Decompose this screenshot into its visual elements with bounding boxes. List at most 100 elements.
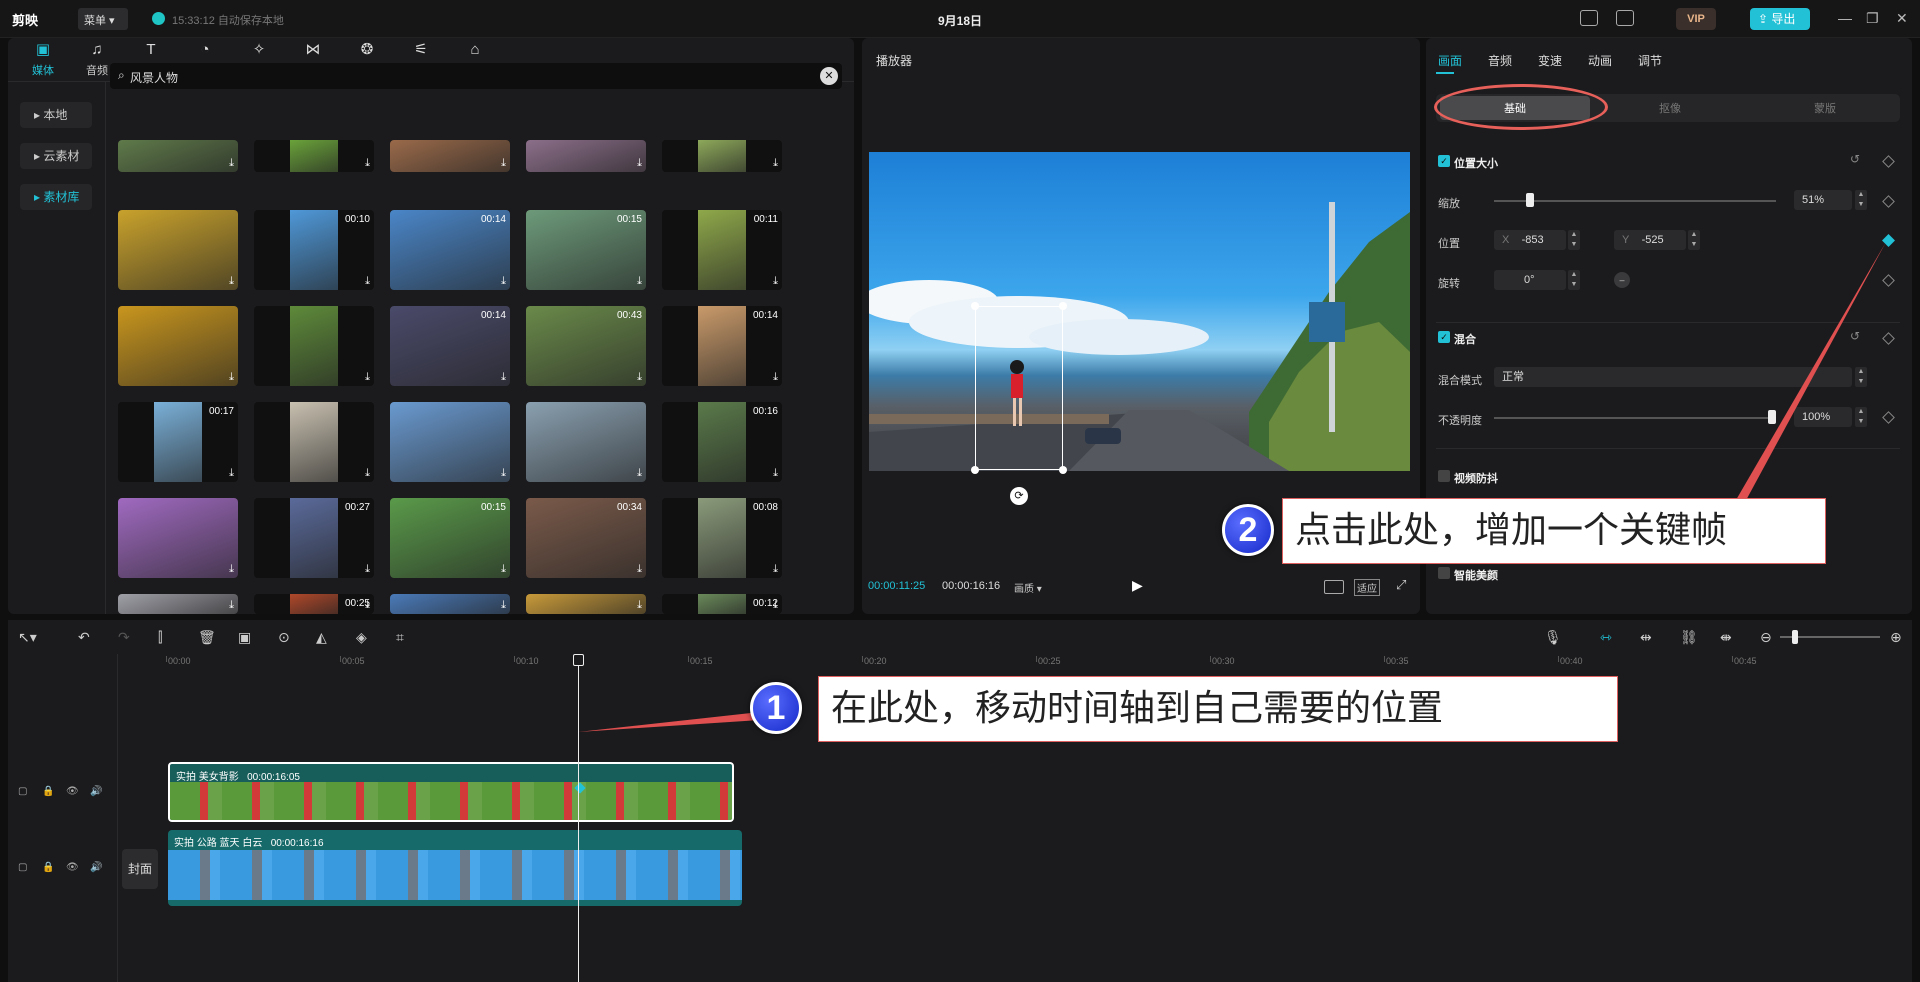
download-icon[interactable]: ⤓ <box>501 157 506 170</box>
media-thumbnail[interactable]: ⤓ <box>526 140 646 172</box>
download-icon[interactable]: ⤓ <box>501 563 506 576</box>
split-icon[interactable]: ⫿ <box>158 629 162 646</box>
link-icon[interactable]: ⛓ <box>1680 629 1698 646</box>
blend-mode-select[interactable]: 正常 <box>1494 367 1852 387</box>
download-icon[interactable]: ⤓ <box>773 599 778 612</box>
volume-icon[interactable]: 🔊 <box>90 786 102 797</box>
tab-audio[interactable]: 音频 <box>1488 52 1512 69</box>
download-icon[interactable]: ⤓ <box>229 599 234 612</box>
fit-button[interactable]: 适应 <box>1354 579 1380 596</box>
media-thumbnail[interactable]: 00:14 ⤓ <box>390 210 510 290</box>
keyboard-icon[interactable] <box>1580 10 1598 26</box>
download-icon[interactable]: ⤓ <box>773 563 778 576</box>
media-thumbnail[interactable]: ⤓ <box>254 402 374 482</box>
fullscreen-icon[interactable]: ⤢ <box>1396 577 1406 593</box>
media-thumbnail[interactable]: 00:10 ⤓ <box>254 210 374 290</box>
mirror-icon[interactable]: ◭ <box>316 629 327 646</box>
blend-checkbox[interactable]: ✓ <box>1438 331 1450 343</box>
download-icon[interactable]: ⤓ <box>365 563 370 576</box>
resize-handle[interactable] <box>971 302 979 310</box>
media-thumbnail[interactable]: 00:15 ⤓ <box>526 210 646 290</box>
video-preview[interactable] <box>869 152 1410 471</box>
y-stepper[interactable]: ▲ ▼ <box>1688 230 1700 250</box>
redo-icon[interactable]: ↷ <box>118 629 130 646</box>
media-thumbnail[interactable]: ⤓ <box>390 402 510 482</box>
position-x-field[interactable]: X -853 <box>1494 230 1566 250</box>
select-tool-icon[interactable]: ↖▾ <box>18 629 37 646</box>
download-icon[interactable]: ⤓ <box>637 563 642 576</box>
media-thumbnail[interactable]: 00:14 ⤓ <box>662 306 782 386</box>
sidebar-item-library[interactable]: ▸ 素材库 <box>20 184 92 210</box>
zoom-out-icon[interactable]: ⊖ <box>1760 629 1772 646</box>
media-thumbnail[interactable]: ⤓ <box>526 594 646 614</box>
tab-picture[interactable]: 画面 <box>1438 52 1462 69</box>
quality-dropdown[interactable]: 画质 ▾ <box>1014 580 1042 595</box>
media-thumbnail[interactable]: 00:34 ⤓ <box>526 498 646 578</box>
download-icon[interactable]: ⤓ <box>637 275 642 288</box>
freeze-icon[interactable]: ▣ <box>238 629 251 646</box>
media-thumbnail[interactable]: 00:08 ⤓ <box>662 498 782 578</box>
zoom-in-icon[interactable]: ⊕ <box>1890 629 1902 646</box>
selection-box[interactable] <box>975 306 1063 470</box>
main-track-magnet-icon[interactable]: ⇿ <box>1600 629 1612 646</box>
media-thumbnail[interactable]: ⤓ <box>254 306 374 386</box>
rotate-icon[interactable]: ◈ <box>356 629 367 646</box>
reset-icon[interactable]: ↺ <box>1850 152 1860 166</box>
rotate-handle-icon[interactable]: ⟳ <box>1010 487 1028 505</box>
media-thumbnail[interactable]: ⤓ <box>118 594 238 614</box>
rotate-stepper[interactable]: ▲ ▼ <box>1568 270 1580 290</box>
opacity-stepper[interactable]: ▲ ▼ <box>1855 407 1867 427</box>
clip-road-sky[interactable]: 实拍 公路 蓝天 白云 00:00:16:16 <box>168 830 742 906</box>
sidebar-item-cloud[interactable]: ▸ 云素材 <box>20 143 92 169</box>
media-thumbnail[interactable]: ⤓ <box>662 140 782 172</box>
rotate-field[interactable]: 0° <box>1494 270 1566 290</box>
microphone-icon[interactable]: 🎙 <box>1544 629 1562 646</box>
play-icon[interactable]: ▶ <box>1132 577 1143 594</box>
media-thumbnail[interactable]: 00:14 ⤓ <box>390 306 510 386</box>
download-icon[interactable]: ⤓ <box>229 371 234 384</box>
download-icon[interactable]: ⤓ <box>501 599 506 612</box>
download-icon[interactable]: ⤓ <box>501 371 506 384</box>
download-icon[interactable]: ⤓ <box>365 371 370 384</box>
resize-handle[interactable] <box>1059 466 1067 474</box>
maximize-icon[interactable]: ❐ <box>1866 10 1879 27</box>
playhead-line[interactable] <box>578 660 579 982</box>
x-stepper[interactable]: ▲ ▼ <box>1568 230 1580 250</box>
resize-handle[interactable] <box>1059 302 1067 310</box>
track-toggle-icon[interactable]: ▢ <box>18 862 27 873</box>
playhead-handle[interactable] <box>573 654 584 666</box>
zoom-slider-knob[interactable] <box>1792 630 1798 644</box>
subtab-mask[interactable]: 蒙版 <box>1775 100 1875 116</box>
download-icon[interactable]: ⤓ <box>773 467 778 480</box>
download-icon[interactable]: ⤓ <box>637 157 642 170</box>
minimize-icon[interactable]: — <box>1838 10 1852 26</box>
download-icon[interactable]: ⤓ <box>365 157 370 170</box>
close-icon[interactable]: ✕ <box>1896 10 1908 27</box>
tab-adjust[interactable]: 调节 <box>1638 52 1662 69</box>
download-icon[interactable]: ⤓ <box>229 467 234 480</box>
position-size-checkbox[interactable]: ✓ <box>1438 155 1450 167</box>
subtab-keying[interactable]: 抠像 <box>1620 100 1720 116</box>
track-toggle-icon[interactable]: ▢ <box>18 786 27 797</box>
media-thumbnail[interactable]: 00:25 ⤓ <box>254 594 374 614</box>
search-input[interactable] <box>110 63 842 89</box>
media-thumbnail[interactable]: 00:11 ⤓ <box>662 210 782 290</box>
play-range-icon[interactable]: ⊙ <box>278 629 290 646</box>
preview-axis-icon[interactable]: ⇼ <box>1720 629 1732 646</box>
tab-media[interactable]: ▣ 媒体 <box>20 42 66 78</box>
export-button[interactable]: ⇪ 导出 <box>1750 8 1810 30</box>
media-thumbnail[interactable]: 00:17 ⤓ <box>118 402 238 482</box>
media-thumbnail[interactable]: ⤓ <box>254 140 374 172</box>
lock-icon[interactable]: 🔒 <box>42 786 54 797</box>
download-icon[interactable]: ⤓ <box>229 563 234 576</box>
media-thumbnail[interactable]: 00:27 ⤓ <box>254 498 374 578</box>
volume-icon[interactable]: 🔊 <box>90 862 102 873</box>
scale-stepper[interactable]: ▲ ▼ <box>1855 190 1867 210</box>
download-icon[interactable]: ⤓ <box>365 467 370 480</box>
download-icon[interactable]: ⤓ <box>365 599 370 612</box>
download-icon[interactable]: ⤓ <box>637 599 642 612</box>
media-thumbnail[interactable]: ⤓ <box>390 140 510 172</box>
waveform-icon[interactable] <box>1324 580 1344 594</box>
rotate-dial-icon[interactable]: – <box>1614 272 1630 288</box>
tab-speed[interactable]: 变速 <box>1538 52 1562 69</box>
